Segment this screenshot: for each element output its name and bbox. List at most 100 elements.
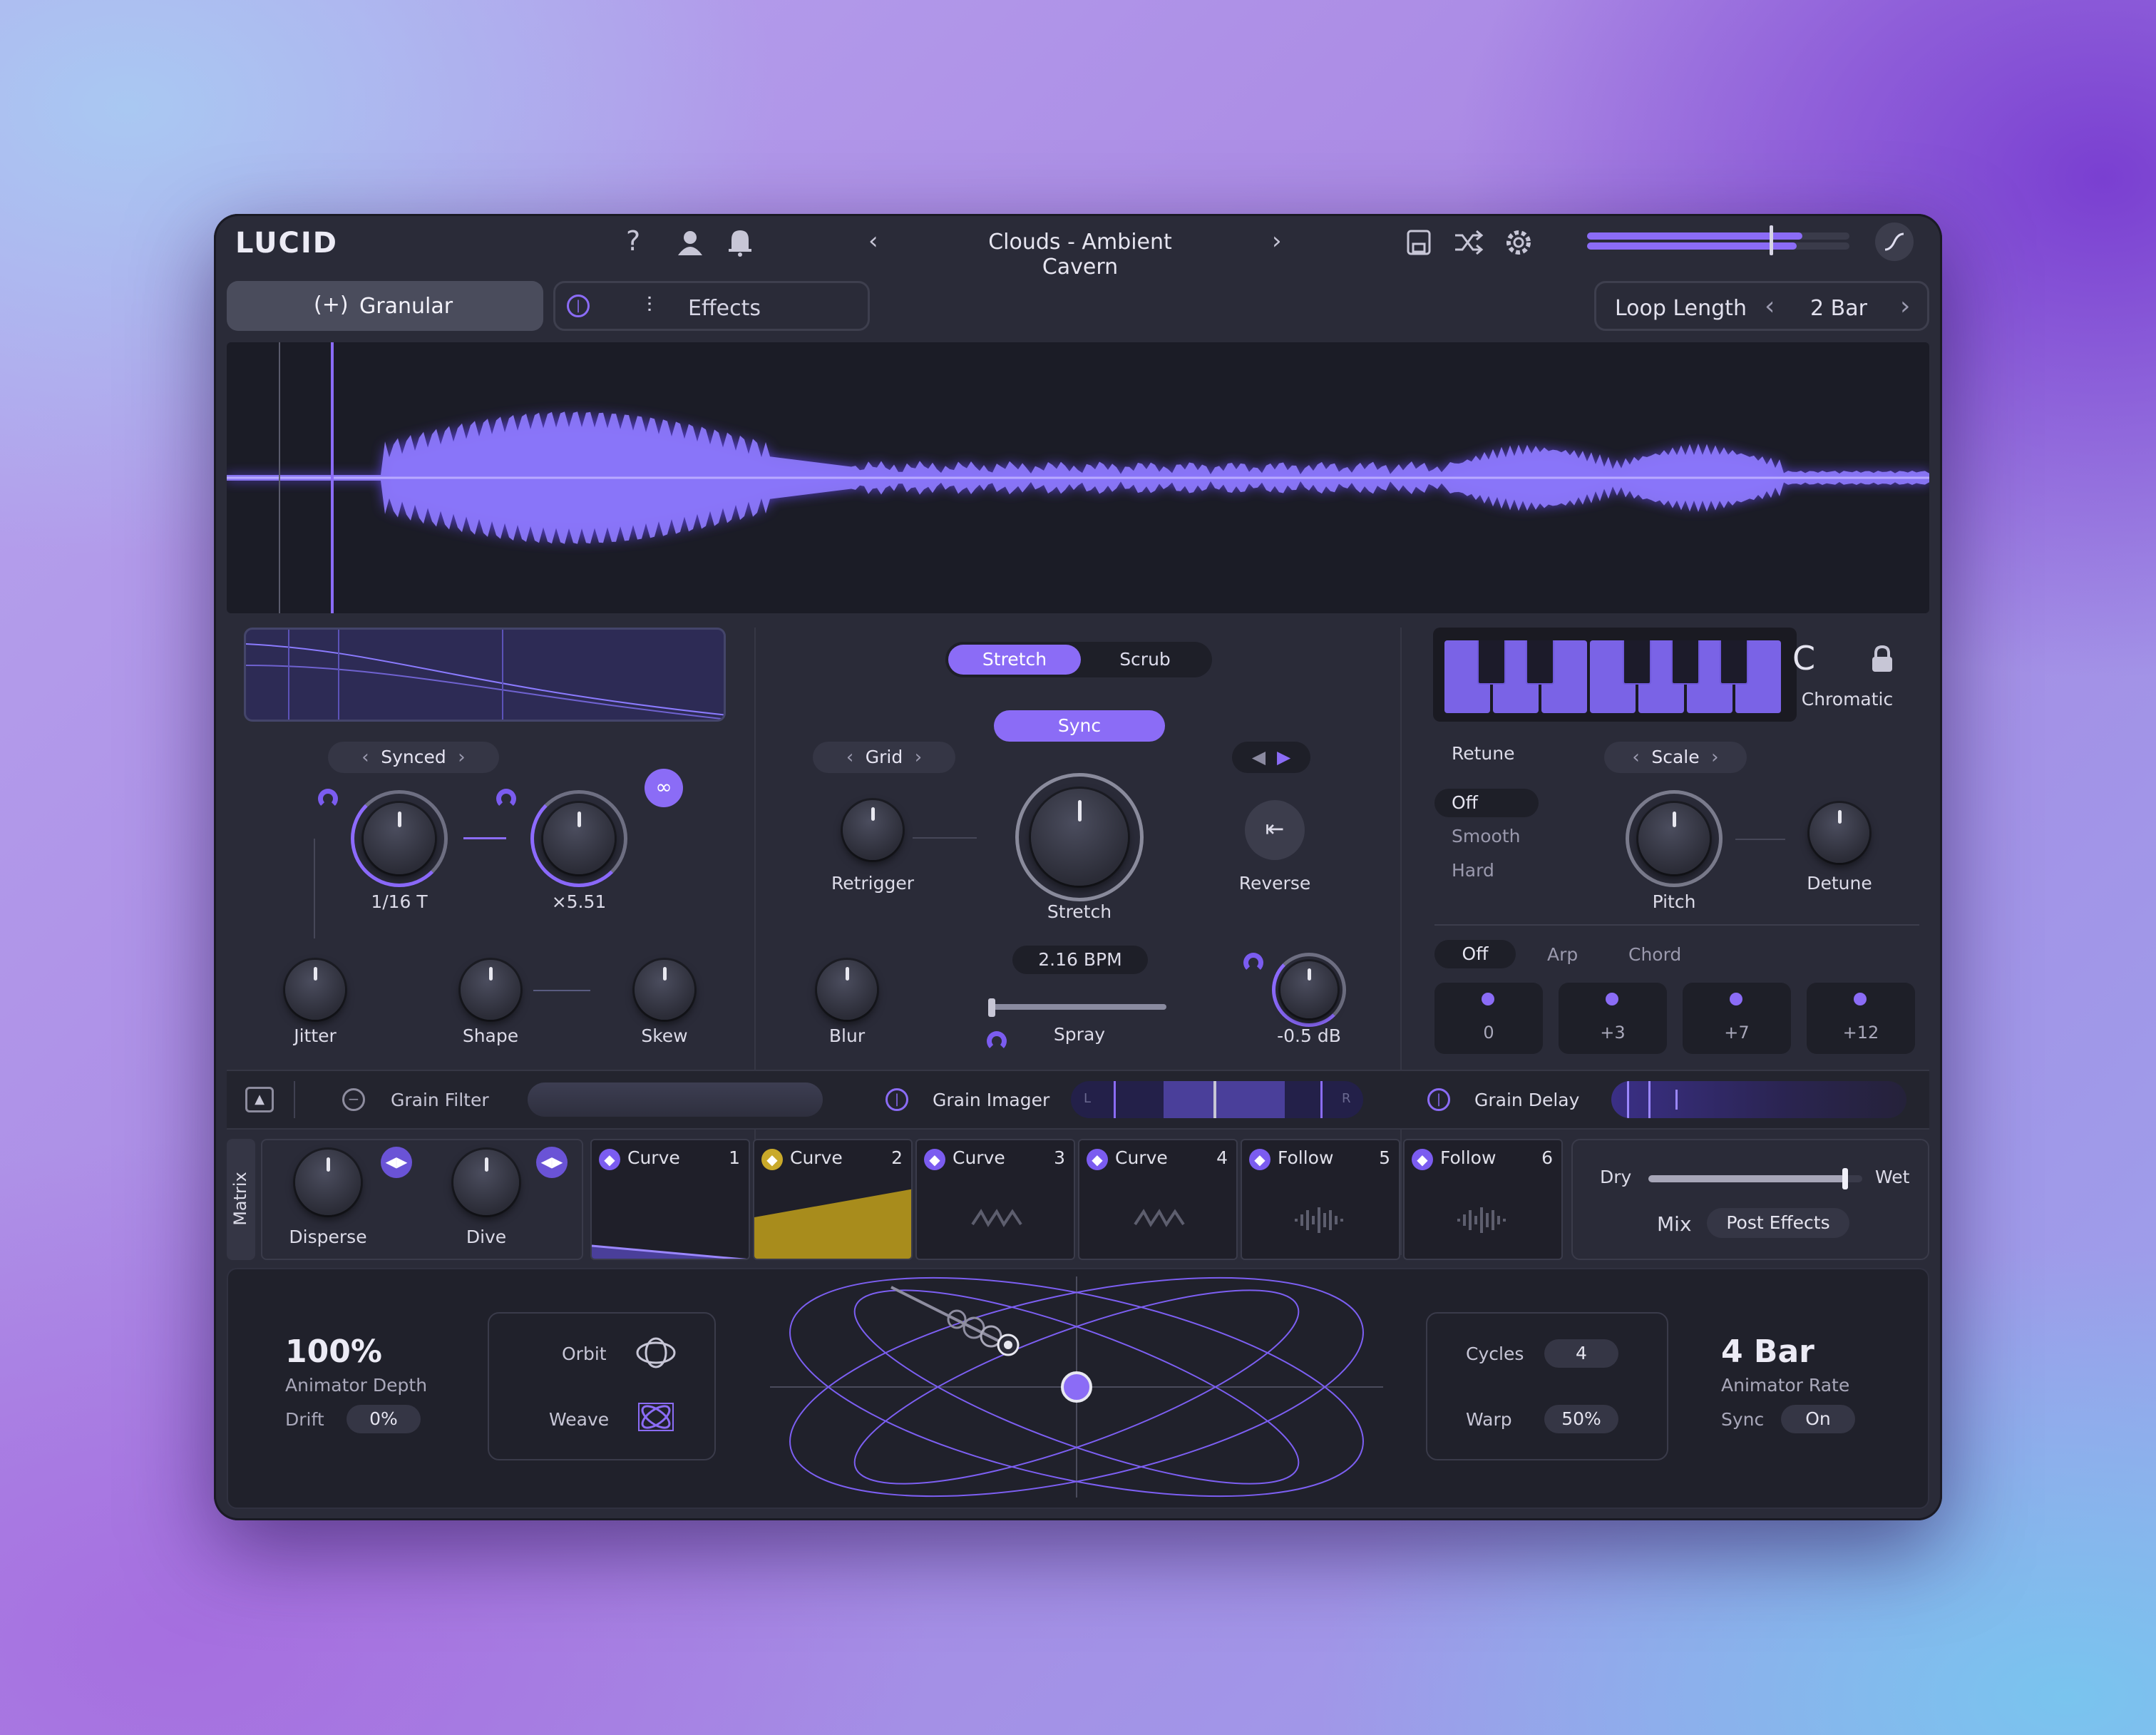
- detune-knob[interactable]: [1809, 803, 1869, 863]
- chord-step-4[interactable]: +12: [1807, 983, 1915, 1054]
- bell-icon[interactable]: [726, 227, 754, 257]
- tab-granular[interactable]: (+) Granular: [227, 281, 543, 331]
- grain-imager-label[interactable]: Grain Imager: [933, 1090, 1049, 1110]
- disperse-mod-icon[interactable]: ◀▶: [381, 1147, 412, 1178]
- mod-slot-5[interactable]: ◆ Follow 5: [1241, 1139, 1400, 1260]
- save-icon[interactable]: [1405, 228, 1433, 257]
- grain-imager-power-icon[interactable]: |: [885, 1088, 908, 1111]
- help-icon[interactable]: ?: [626, 225, 640, 257]
- rate-knob[interactable]: [364, 803, 435, 874]
- prev-preset-button[interactable]: ‹: [868, 227, 878, 255]
- gear-icon[interactable]: [1503, 227, 1534, 258]
- gain-knob[interactable]: [1280, 961, 1338, 1018]
- mix-label: Mix: [1657, 1212, 1692, 1236]
- blur-knob[interactable]: [817, 960, 877, 1020]
- grain-imager-display[interactable]: L R: [1071, 1081, 1363, 1118]
- reverse-button[interactable]: ⇤: [1245, 800, 1305, 860]
- grain-delay-display[interactable]: [1611, 1081, 1906, 1118]
- grain-filter-label[interactable]: Grain Filter: [391, 1090, 489, 1110]
- mod-slot-1[interactable]: ◆ Curve 1: [590, 1139, 750, 1260]
- grid-selector[interactable]: ‹ Grid ›: [813, 742, 955, 773]
- black-key[interactable]: [1671, 640, 1700, 685]
- mod-slot-3[interactable]: ◆ Curve 3: [915, 1139, 1075, 1260]
- chord-mode-chord[interactable]: Chord: [1628, 944, 1681, 965]
- scale-selector[interactable]: ‹ Scale ›: [1604, 742, 1747, 773]
- shape-knob[interactable]: [461, 960, 520, 1020]
- retune-smooth[interactable]: Smooth: [1452, 826, 1520, 846]
- dive-mod-icon[interactable]: ◀▶: [536, 1147, 568, 1178]
- stretch-tab[interactable]: Stretch: [948, 645, 1081, 675]
- mod-slot-4[interactable]: ◆ Curve 4: [1078, 1139, 1238, 1260]
- chord-mode-arp[interactable]: Arp: [1547, 944, 1578, 965]
- grain-envelope-display[interactable]: [244, 628, 726, 722]
- disperse-knob[interactable]: [295, 1150, 361, 1215]
- loop-length-selector[interactable]: Loop Length ‹ 2 Bar ›: [1594, 281, 1929, 331]
- mod-slot-2[interactable]: ◆ Curve 2: [753, 1139, 913, 1260]
- skew-label: Skew: [641, 1025, 688, 1046]
- keyboard-display[interactable]: [1433, 628, 1797, 722]
- lock-icon[interactable]: [1869, 645, 1895, 673]
- next-preset-button[interactable]: ›: [1272, 227, 1282, 255]
- matrix-tab[interactable]: Matrix: [227, 1139, 255, 1260]
- scrub-tab[interactable]: Scrub: [1081, 645, 1209, 675]
- chord-mode-off[interactable]: Off: [1434, 940, 1516, 968]
- key-value[interactable]: C: [1792, 639, 1815, 677]
- skew-knob[interactable]: [635, 960, 694, 1020]
- black-key[interactable]: [1477, 640, 1506, 685]
- mix-mode-button[interactable]: Post Effects: [1707, 1208, 1849, 1238]
- grain-filter-power-icon[interactable]: −: [342, 1088, 365, 1111]
- link-button[interactable]: ∞: [645, 769, 683, 807]
- drift-value[interactable]: 0%: [346, 1405, 421, 1433]
- retrigger-knob[interactable]: [843, 800, 903, 860]
- animator-rate-value[interactable]: 4 Bar: [1721, 1334, 1814, 1370]
- grain-filter-display[interactable]: [528, 1083, 823, 1117]
- black-key[interactable]: [1526, 640, 1554, 685]
- loop-prev-button[interactable]: ‹: [1765, 292, 1775, 321]
- mod-slot-1-name: Curve: [627, 1147, 680, 1168]
- chord-step-3[interactable]: +7: [1683, 983, 1791, 1054]
- spray-slider[interactable]: [988, 998, 1166, 1017]
- dry-wet-slider[interactable]: [1648, 1168, 1862, 1189]
- tab-effects[interactable]: | ⫶ Effects: [553, 281, 870, 331]
- stretch-scrub-toggle[interactable]: Stretch Scrub: [945, 642, 1212, 677]
- mod-slot-6[interactable]: ◆ Follow 6: [1403, 1139, 1563, 1260]
- grain-delay-label[interactable]: Grain Delay: [1474, 1090, 1579, 1110]
- spray-mod-icon[interactable]: [987, 1031, 1007, 1051]
- retune-hard[interactable]: Hard: [1452, 860, 1494, 881]
- waveform-display[interactable]: [227, 342, 1929, 613]
- user-icon[interactable]: [676, 228, 704, 257]
- gain-mod-icon[interactable]: [1243, 953, 1263, 973]
- sync-button[interactable]: Sync: [994, 710, 1165, 742]
- stretch-knob[interactable]: [1031, 789, 1128, 886]
- multiplier-knob[interactable]: [543, 803, 615, 874]
- curve-icon[interactable]: [1875, 222, 1914, 261]
- chord-step-1[interactable]: 0: [1434, 983, 1543, 1054]
- direction-toggle[interactable]: ◀ ▶: [1232, 742, 1310, 773]
- preset-name[interactable]: Clouds - Ambient Cavern: [948, 230, 1212, 280]
- cycles-value[interactable]: 4: [1544, 1339, 1618, 1368]
- rate-mod-icon[interactable]: [318, 789, 338, 809]
- grain-mode-selector[interactable]: ‹ Synced ›: [328, 742, 499, 773]
- mod-slot-5-name: Follow: [1278, 1147, 1334, 1168]
- jitter-knob[interactable]: [285, 960, 345, 1020]
- collapse-button[interactable]: ▲: [245, 1087, 274, 1112]
- output-level-meter[interactable]: [1587, 225, 1849, 255]
- shuffle-icon[interactable]: [1453, 228, 1484, 257]
- orbit-icon[interactable]: [635, 1336, 677, 1369]
- weave-icon[interactable]: [635, 1401, 677, 1433]
- mod-slot-2-num: 2: [891, 1147, 903, 1168]
- dive-knob[interactable]: [453, 1150, 519, 1215]
- mult-mod-icon[interactable]: [496, 789, 516, 809]
- pitch-knob[interactable]: [1638, 803, 1710, 874]
- effects-power-icon[interactable]: |: [567, 295, 590, 317]
- retune-off[interactable]: Off: [1434, 789, 1539, 817]
- black-key[interactable]: [1720, 640, 1748, 685]
- grain-delay-power-icon[interactable]: |: [1427, 1088, 1450, 1111]
- black-key[interactable]: [1623, 640, 1651, 685]
- warp-value[interactable]: 50%: [1544, 1405, 1618, 1433]
- loop-next-button[interactable]: ›: [1900, 292, 1910, 321]
- chord-step-2[interactable]: +3: [1559, 983, 1667, 1054]
- animator-depth-value[interactable]: 100%: [285, 1334, 382, 1370]
- animator-sync-toggle[interactable]: On: [1781, 1405, 1855, 1433]
- animator-display[interactable]: [770, 1276, 1383, 1498]
